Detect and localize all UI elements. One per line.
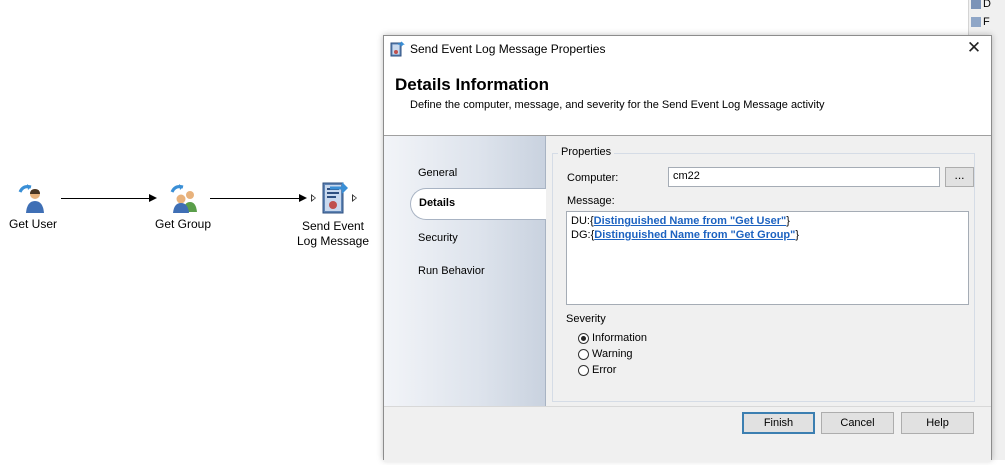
link-arrow[interactable]	[61, 198, 149, 199]
activity-get-group[interactable]: Get Group	[152, 182, 214, 232]
message-line: DU:{Distinguished Name from "Get User"}	[571, 215, 790, 227]
message-field[interactable]: DU:{Distinguished Name from "Get User"} …	[566, 211, 969, 305]
activity-get-user[interactable]: Get User	[6, 182, 60, 232]
user-icon	[18, 184, 44, 213]
nav-item-security[interactable]: Security	[418, 232, 458, 244]
page-title: Details Information	[395, 75, 549, 94]
computer-icon	[971, 17, 981, 28]
group-icon	[170, 184, 197, 213]
dialog-header: Details Information Define the computer,…	[384, 62, 991, 136]
dialog-nav: General Details Security Run Behavior	[384, 136, 546, 406]
browse-button[interactable]: ...	[945, 167, 974, 187]
nav-item-general[interactable]: General	[418, 167, 457, 179]
activity-label: Get User	[8, 217, 57, 231]
radio-icon	[578, 348, 589, 360]
details-panel: Computer: cm22 ... Message: Properties D…	[546, 136, 991, 406]
computer-label: Computer:	[567, 172, 619, 184]
nav-item-run-behavior[interactable]: Run Behavior	[418, 265, 485, 277]
help-button[interactable]: Help	[901, 412, 974, 434]
computer-field[interactable]: cm22	[668, 167, 940, 187]
published-data-link[interactable]: Distinguished Name from "Get User"	[594, 215, 787, 227]
event-log-icon	[322, 182, 348, 214]
severity-label: Severity	[566, 313, 606, 325]
folder-icon	[971, 0, 981, 10]
activity-label: Get Group	[154, 217, 212, 231]
severity-warning-radio[interactable]: Warning	[578, 347, 633, 361]
page-subtitle: Define the computer, message, and severi…	[410, 99, 825, 111]
severity-information-radio[interactable]: Information	[578, 331, 647, 345]
runbook-canvas[interactable]: Get User Get Group Send Event Log Messag…	[0, 0, 383, 460]
properties-group-label: Properties	[558, 146, 615, 158]
dialog-title: Send Event Log Message Properties	[410, 42, 606, 56]
published-data-link[interactable]: Distinguished Name from "Get Group"	[594, 229, 795, 241]
properties-dialog: Send Event Log Message Properties ✕ Deta…	[383, 35, 992, 462]
output-port-icon[interactable]	[352, 194, 357, 202]
dialog-titlebar[interactable]: Send Event Log Message Properties ✕	[384, 36, 991, 62]
radio-icon	[578, 364, 589, 376]
activity-send-event-log-message[interactable]: Send Event Log Message	[294, 180, 372, 249]
cancel-button[interactable]: Cancel	[821, 412, 894, 434]
link-arrow[interactable]	[210, 198, 299, 199]
panel-item[interactable]: D	[971, 0, 1005, 12]
activity-label-line1: Send Event	[301, 219, 365, 233]
nav-item-label: Details	[419, 197, 456, 209]
dialog-footer: Finish Cancel Help	[384, 406, 991, 462]
activity-label-line2: Log Message	[296, 234, 370, 248]
radio-selected-icon	[578, 332, 589, 344]
event-log-icon	[390, 41, 405, 57]
message-label: Message:	[567, 195, 615, 207]
message-line: DG:{Distinguished Name from "Get Group"}	[571, 229, 800, 241]
panel-item[interactable]: F	[971, 14, 1005, 30]
finish-button[interactable]: Finish	[742, 412, 815, 434]
close-button[interactable]: ✕	[957, 36, 991, 62]
severity-error-radio[interactable]: Error	[578, 363, 616, 377]
nav-item-details[interactable]: Details	[410, 188, 546, 220]
